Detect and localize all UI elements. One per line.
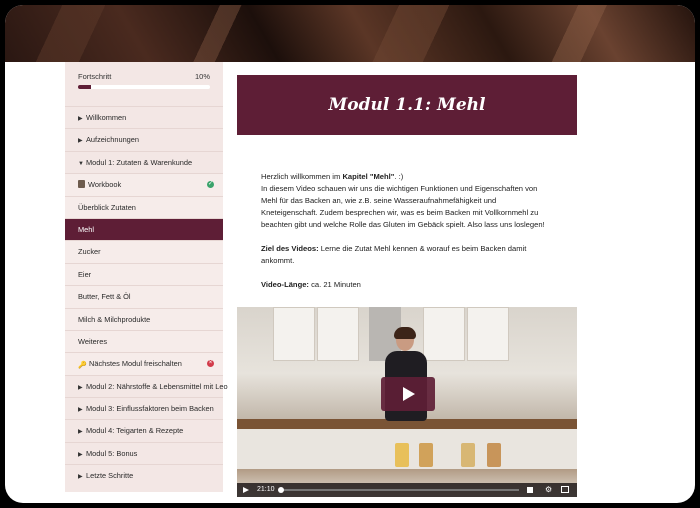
sidebar-item-label: Willkommen xyxy=(86,113,127,122)
seekbar-handle[interactable] xyxy=(278,487,284,493)
progress-bar-fill xyxy=(78,85,92,89)
caret-right-icon: ▶ xyxy=(78,474,83,481)
sidebar-item[interactable]: ▼ Modul 1: Zutaten & Warenkunde xyxy=(65,150,223,173)
sidebar-item-label: Modul 4: Teigarten & Rezepte xyxy=(86,426,184,436)
caret-right-icon: ▶ xyxy=(78,451,83,458)
sidebar-item[interactable]: Butter, Fett & Öl xyxy=(65,285,223,308)
flour-package xyxy=(419,443,433,467)
sidebar-item-label: Workbook xyxy=(88,180,122,190)
intro-paragraph: Herzlich willkommen im Kapitel "Mehl". :… xyxy=(261,172,545,229)
sidebar-item-label: Mehl xyxy=(78,224,95,234)
fullscreen-icon[interactable] xyxy=(561,486,569,493)
length-paragraph: Video-Länge: ca. 21 Minuten xyxy=(261,280,361,289)
progress-section: Fortschritt 10% xyxy=(65,62,223,106)
sidebar-item-label: Modul 1: Zutaten & Warenkunde xyxy=(86,157,193,167)
kitchen-cabinet xyxy=(423,307,465,361)
sidebar-item[interactable]: ▶ Modul 3: Einflussfaktoren beim Backen xyxy=(65,397,223,419)
sidebar-item[interactable]: Workbook ✓ xyxy=(65,173,223,196)
caret-down-icon: ▼ xyxy=(78,160,84,167)
sidebar-item[interactable]: Zucker xyxy=(65,240,223,263)
sidebar-item[interactable]: Eier xyxy=(65,262,223,286)
settings-gear-icon[interactable]: ⚙ xyxy=(545,486,552,494)
sidebar-item[interactable]: ▶ Modul 5: Bonus xyxy=(65,441,223,464)
main-content: Modul 1.1: Mehl Herzlich willkommen im K… xyxy=(237,62,577,303)
sidebar-item-label: Milch & Milchprodukte xyxy=(78,314,151,324)
sidebar-item[interactable]: Milch & Milchprodukte xyxy=(65,307,223,330)
volume-icon[interactable] xyxy=(527,487,533,493)
progress-label: Fortschritt xyxy=(78,72,112,81)
key-icon: 🔑 xyxy=(78,362,87,370)
sidebar-item-label: Butter, Fett & Öl xyxy=(78,292,131,302)
video-seekbar[interactable] xyxy=(279,489,519,491)
sidebar-item[interactable]: 🔑 Nächstes Modul freischalten × xyxy=(65,352,223,375)
kitchen-cabinet xyxy=(317,307,359,361)
sidebar-item-label: Modul 3: Einflussfaktoren beim Backen xyxy=(86,404,214,414)
video-play-button[interactable] xyxy=(381,377,435,411)
check-icon: ✓ xyxy=(207,181,214,189)
lesson-title-banner: Modul 1.1: Mehl xyxy=(237,75,577,135)
sidebar-item-label: Zucker xyxy=(78,247,101,257)
sidebar-item-label: Aufzeichnungen xyxy=(86,135,140,145)
play-icon[interactable] xyxy=(243,487,249,493)
kitchen-cabinet xyxy=(467,307,509,361)
kitchen-cabinet xyxy=(273,307,315,361)
caret-right-icon: ▶ xyxy=(78,138,83,145)
sidebar-item-label: Letzte Schritte xyxy=(86,471,134,481)
progress-percent: 10% xyxy=(194,72,210,81)
sidebar-item-label: Überblick Zutaten xyxy=(78,202,136,212)
sidebar-item[interactable]: ▶ Aufzeichnungen xyxy=(65,128,223,150)
cross-icon: × xyxy=(207,360,214,368)
sidebar-item[interactable]: Weiteres xyxy=(65,329,223,353)
flour-package xyxy=(487,443,501,467)
goal-paragraph: Ziel des Videos: Lerne die Zutat Mehl ke… xyxy=(261,244,527,265)
flour-package xyxy=(395,443,409,467)
app-frame: Fortschritt 10% ▶ Willkommen ▶ Aufzeichnung… xyxy=(5,5,695,503)
sidebar-item[interactable]: Überblick Zutaten xyxy=(65,195,223,218)
sidebar-item[interactable]: ▶ Modul 2: Nährstoffe & Lebensmittel mit … xyxy=(65,374,228,397)
sidebar-item-label: Eier xyxy=(78,269,92,279)
progress-bar xyxy=(78,85,210,89)
sidebar-item[interactable]: ▶ Letzte Schritte xyxy=(65,464,223,486)
course-navigation: ▶ Willkommen ▶ Aufzeichnungen ▼ Modul 1: Zuta… xyxy=(65,106,228,487)
video-player[interactable]: 21:10 ⚙ xyxy=(237,307,577,497)
flour-package xyxy=(461,443,475,467)
sidebar-item-label: Weiteres xyxy=(78,336,108,346)
course-sidebar: Fortschritt 10% ▶ Willkommen ▶ Aufzeichnung… xyxy=(65,62,228,492)
sidebar-item[interactable]: Mehl xyxy=(65,217,223,241)
caret-right-icon: ▶ xyxy=(78,407,83,414)
caret-right-icon: ▶ xyxy=(78,429,83,436)
sidebar-item[interactable]: ▶ Willkommen xyxy=(65,106,223,128)
header-banner-image xyxy=(5,5,695,62)
sidebar-item-label: Modul 5: Bonus xyxy=(86,448,138,458)
caret-right-icon: ▶ xyxy=(78,116,83,122)
video-controls: 21:10 ⚙ xyxy=(237,483,577,497)
sidebar-item[interactable]: ▶ Modul 4: Teigarten & Rezepte xyxy=(65,419,223,441)
caret-right-icon: ▶ xyxy=(78,384,83,391)
sidebar-item-label: Nächstes Modul freischalten xyxy=(89,359,182,369)
video-time: 21:10 xyxy=(257,486,275,493)
book-icon xyxy=(78,180,85,189)
lesson-text: Herzlich willkommen im Kapitel "Mehl". :… xyxy=(237,171,577,291)
sidebar-item-label: Modul 2: Nährstoffe & Lebensmittel mit L… xyxy=(86,381,228,391)
page-title: Modul 1.1: Mehl xyxy=(328,95,486,115)
